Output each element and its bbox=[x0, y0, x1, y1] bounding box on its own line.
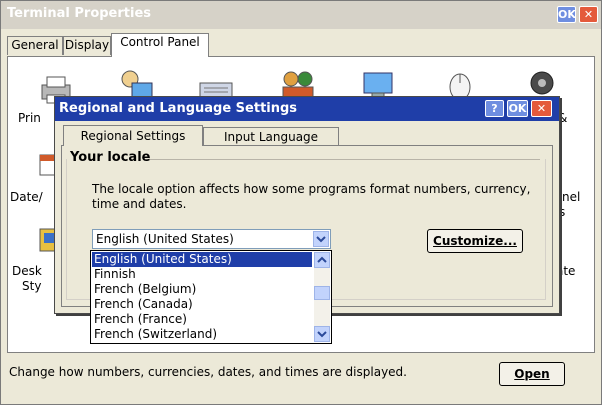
tab-control-panel[interactable]: Control Panel bbox=[111, 33, 209, 57]
panel-label: nel bbox=[562, 190, 581, 204]
tab-regional-settings[interactable]: Regional Settings bbox=[63, 125, 203, 146]
customize-label: Customize... bbox=[433, 234, 517, 248]
locale-option[interactable]: French (Switzerland) bbox=[92, 327, 312, 342]
dialog-close-button[interactable]: ✕ bbox=[531, 100, 552, 117]
chevron-down-icon bbox=[316, 236, 326, 243]
chevron-up-icon bbox=[317, 256, 327, 263]
scroll-up-button[interactable] bbox=[314, 252, 330, 268]
tab-display[interactable]: Display bbox=[63, 36, 111, 55]
locale-option[interactable]: French (Canada) bbox=[92, 297, 312, 312]
locale-dropdown[interactable]: English (United States) bbox=[92, 229, 331, 249]
dropdown-arrow-button[interactable] bbox=[313, 231, 329, 247]
customize-button[interactable]: Customize... bbox=[427, 229, 523, 253]
locale-option[interactable]: Finnish bbox=[92, 267, 312, 282]
locale-option[interactable]: English (United States) bbox=[92, 252, 312, 267]
scroll-down-button[interactable] bbox=[314, 326, 330, 342]
date-time-label: Date/ bbox=[10, 190, 43, 204]
open-button[interactable]: Open bbox=[499, 362, 565, 386]
window-close-button[interactable]: ✕ bbox=[579, 6, 598, 23]
dialog-titlebar: Regional and Language Settings ? OK ✕ bbox=[55, 97, 559, 121]
tab-input-language[interactable]: Input Language bbox=[203, 127, 339, 146]
locale-description: The locale option affects how some progr… bbox=[92, 182, 531, 211]
desktop-style-label-2: Sty bbox=[22, 279, 42, 293]
help-button[interactable]: ? bbox=[485, 100, 504, 117]
list-scrollbar[interactable] bbox=[314, 252, 330, 342]
window-ok-button[interactable]: OK bbox=[557, 6, 576, 23]
locale-group-title: Your locale bbox=[70, 150, 151, 165]
locale-selected-value: English (United States) bbox=[96, 232, 234, 246]
scroll-thumb[interactable] bbox=[314, 286, 330, 300]
chevron-down-icon bbox=[317, 331, 327, 338]
dialog-ok-button[interactable]: OK bbox=[507, 100, 528, 117]
locale-dropdown-list[interactable]: English (United States) Finnish French (… bbox=[90, 250, 332, 344]
tab-general[interactable]: General bbox=[7, 36, 63, 55]
desktop-style-label: Desk bbox=[12, 264, 42, 278]
window-titlebar: Terminal Properties OK ✕ bbox=[1, 1, 601, 29]
locale-option[interactable]: French (France) bbox=[92, 312, 312, 327]
locale-option[interactable]: French (Belgium) bbox=[92, 282, 312, 297]
dialog-title: Regional and Language Settings bbox=[59, 101, 298, 116]
status-text: Change how numbers, currencies, dates, a… bbox=[9, 365, 407, 379]
group-divider bbox=[146, 159, 540, 160]
printer-label: Prin bbox=[18, 111, 41, 125]
window-title: Terminal Properties bbox=[7, 6, 152, 21]
